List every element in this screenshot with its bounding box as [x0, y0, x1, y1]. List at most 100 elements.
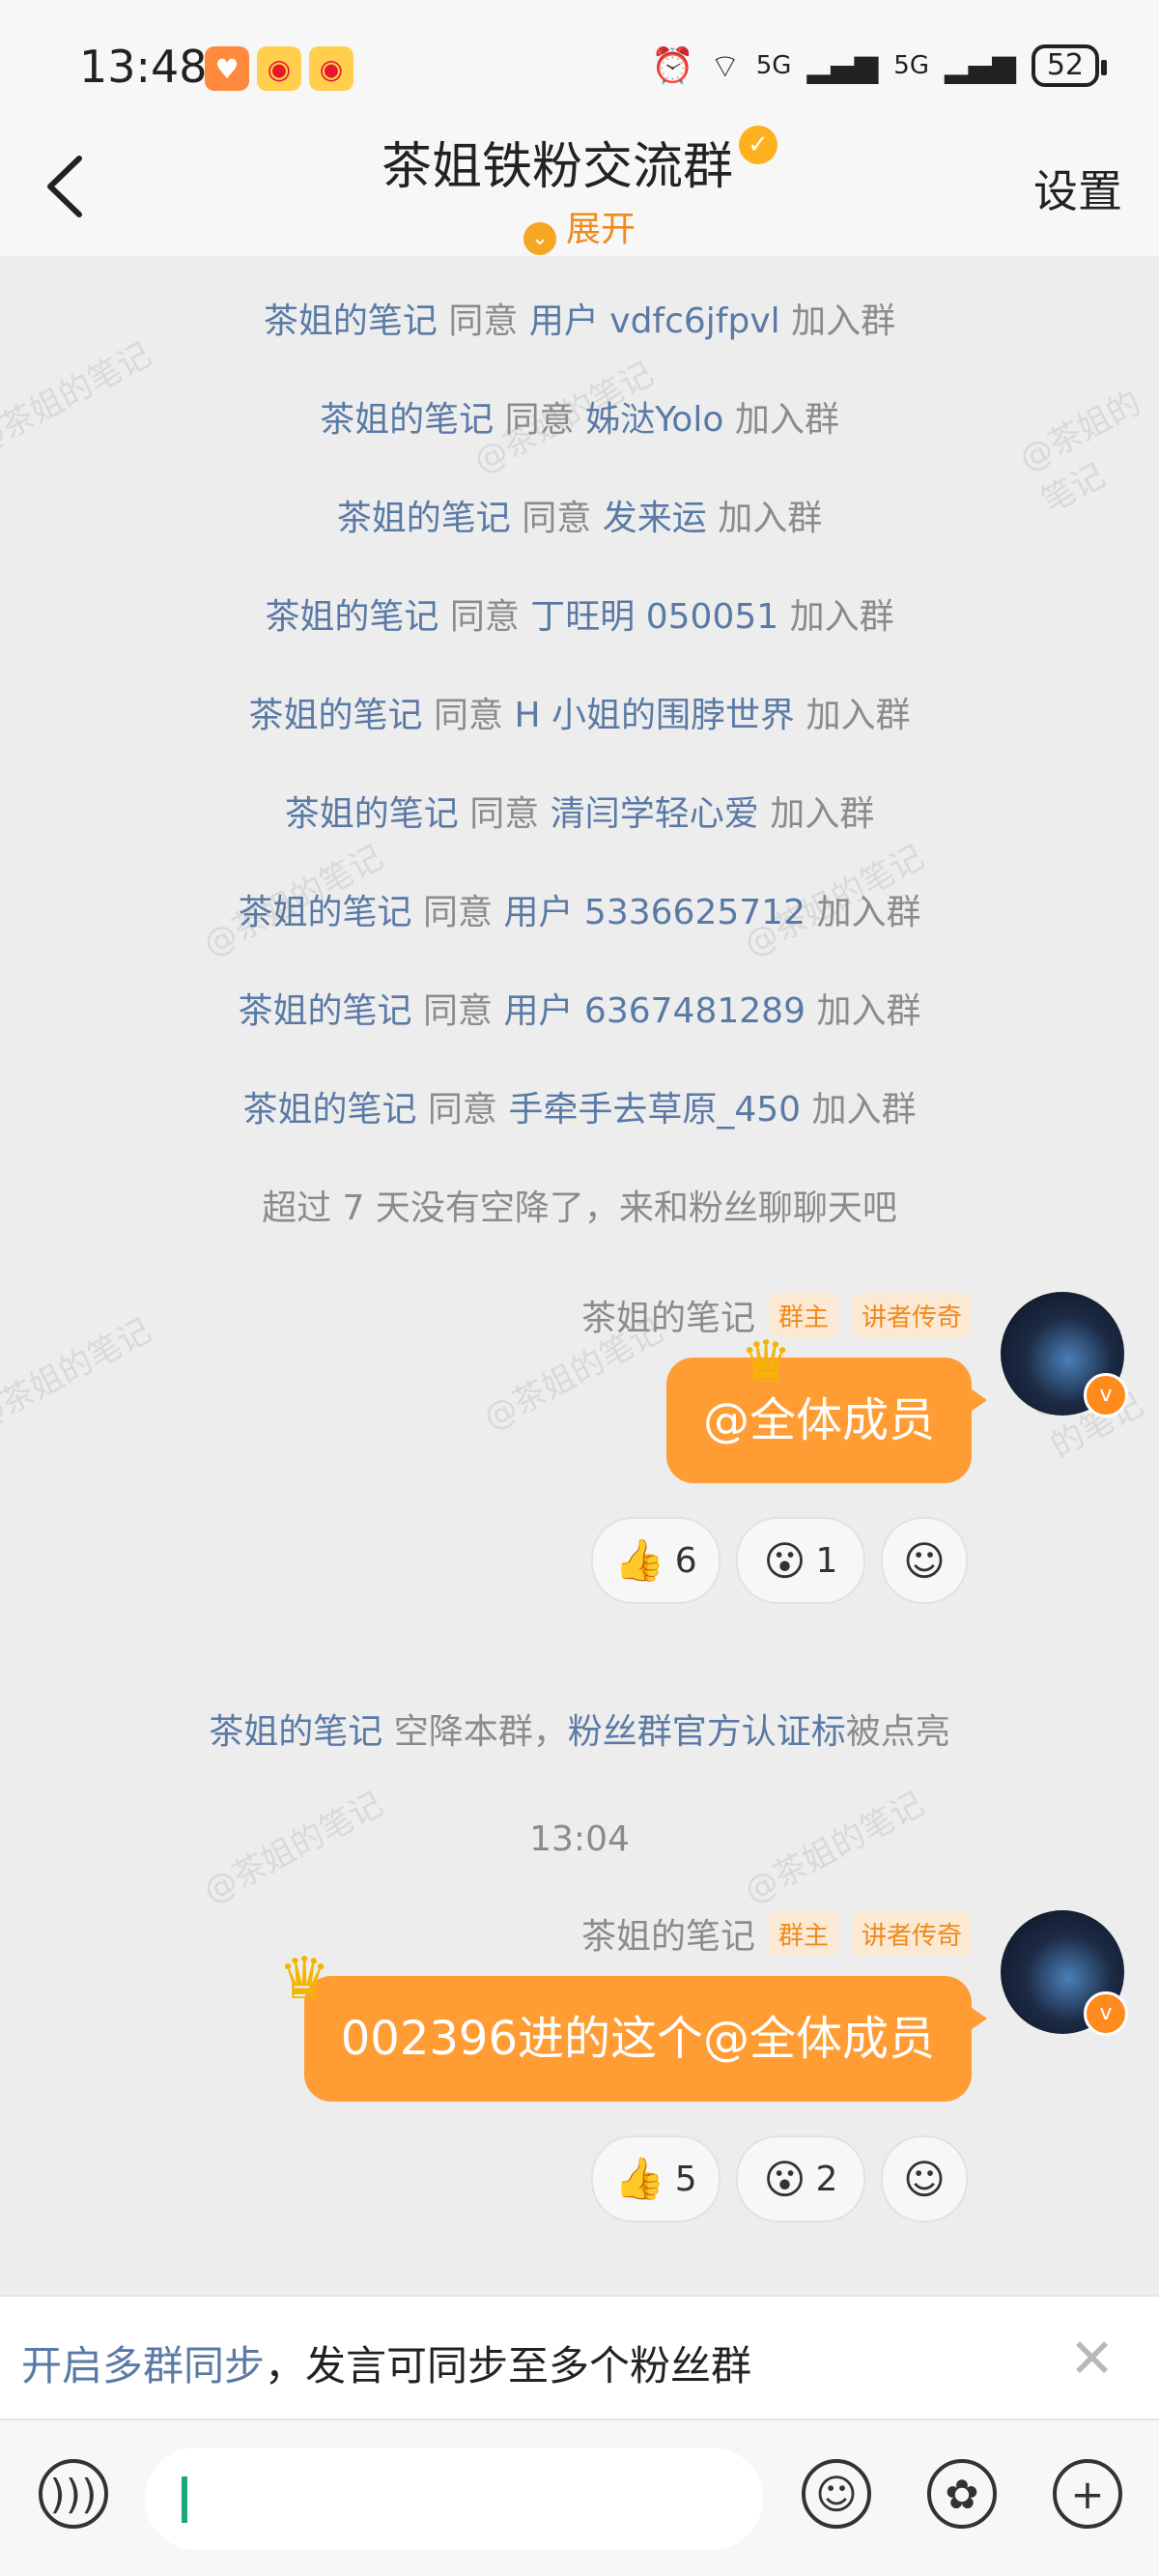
chat-area[interactable]: @茶姐的笔记 @茶姐的笔记 @茶姐的笔记 @茶姐的笔记 @茶姐的笔记 @茶姐的笔… — [0, 256, 1159, 2295]
wow-face-icon: 😮 — [763, 2155, 806, 2203]
reaction-wow[interactable]: 😮 1 — [736, 1517, 865, 1604]
join-message: 茶姐的笔记 同意 清闫学轻心爱 加入群 — [284, 794, 875, 834]
approver-link[interactable]: 茶姐的笔记 — [285, 794, 459, 834]
emoji-icon: ☺ — [815, 2470, 858, 2518]
thumbs-up-icon: 👍 — [614, 2155, 665, 2202]
wow-face-icon: 😮 — [763, 1536, 806, 1585]
user-link[interactable]: 用户 5336625712 — [503, 893, 806, 932]
approver-link[interactable]: 茶姐的笔记 — [264, 301, 438, 341]
user-link[interactable]: 用户 6367481289 — [503, 991, 806, 1031]
airdrop-notice: 茶姐的笔记 空降本群，粉丝群官方认证标被点亮 — [209, 1712, 950, 1752]
join-message: 茶姐的笔记 同意 发来运 加入群 — [336, 499, 823, 538]
avatar[interactable]: v — [1001, 1910, 1128, 2036]
title-tag: 讲者传奇 — [851, 1911, 972, 1956]
input-bar: ))) ☺ ✿ + — [0, 2419, 1159, 2576]
status-indicators: ⏰ ⌔ 5G ▂▄▆ 5G ▂▄▆ 52 — [650, 44, 1108, 87]
voice-button[interactable]: ))) — [39, 2459, 108, 2529]
sender-row: 茶姐的笔记 群主 讲者传奇 — [581, 1908, 972, 1959]
status-time: 13:48 — [79, 41, 208, 93]
reaction-count: 5 — [674, 2159, 697, 2199]
sync-text: 开启多群同步，发言可同步至多个粉丝群 — [21, 2342, 752, 2390]
title-tag: 讲者传奇 — [851, 1293, 972, 1337]
message-timestamp: 13:04 — [529, 1819, 630, 1859]
settings-button[interactable]: 设置 — [1033, 157, 1122, 220]
text-cursor — [182, 2476, 187, 2523]
crown-icon: ♛ — [740, 1329, 792, 1396]
reaction-count: 2 — [815, 2159, 838, 2199]
heart-app-icon: ♥ — [205, 46, 249, 91]
expand-label: 展开 — [565, 210, 636, 249]
sender-name[interactable]: 茶姐的笔记 — [581, 1290, 755, 1340]
add-emoji-icon: ☺ — [903, 2155, 946, 2203]
plus-button[interactable]: + — [1053, 2459, 1122, 2529]
message-input[interactable] — [145, 2447, 763, 2550]
idle-notice: 超过 7 天没有空降了，来和粉丝聊聊天吧 — [262, 1188, 897, 1228]
user-link[interactable]: 清闫学轻心爱 — [551, 794, 759, 834]
approver-link[interactable]: 茶姐的笔记 — [242, 1090, 416, 1130]
join-message: 茶姐的笔记 同意 用户 vdfc6jfpvl 加入群 — [263, 301, 896, 341]
user-link[interactable]: 姊㳠Yolo — [585, 400, 723, 440]
verified-icon: ✓ — [739, 126, 777, 164]
plus-icon: + — [1070, 2470, 1105, 2518]
signal-5g-label-2: 5G — [893, 51, 929, 80]
add-reaction-button[interactable]: ☺ — [881, 2135, 968, 2222]
reaction-count: 6 — [674, 1540, 697, 1581]
join-message: 茶姐的笔记 同意 H 小姐的围脖世界 加入群 — [248, 696, 911, 735]
alarm-icon: ⏰ — [650, 46, 694, 86]
nav-bar: 茶姐铁粉交流群 ✓ ⌄ 展开 设置 — [0, 106, 1159, 256]
message-bubble[interactable]: @全体成员 — [665, 1358, 988, 1483]
verified-badge-icon: v — [1084, 1991, 1128, 2036]
approver-link[interactable]: 茶姐的笔记 — [337, 499, 511, 538]
sync-banner: 开启多群同步，发言可同步至多个粉丝群 ✕ — [0, 2295, 1159, 2420]
sticker-button[interactable]: ✿ — [927, 2459, 997, 2529]
sender-name[interactable]: 茶姐的笔记 — [581, 1908, 755, 1959]
join-message: 茶姐的笔记 同意 丁旺明 050051 加入群 — [265, 597, 894, 637]
approver-link[interactable]: 茶姐的笔记 — [239, 991, 412, 1031]
reaction-like[interactable]: 👍 6 — [591, 1517, 721, 1604]
join-message: 茶姐的笔记 同意 用户 6367481289 加入群 — [238, 991, 921, 1031]
approver-link[interactable]: 茶姐的笔记 — [265, 597, 438, 637]
add-emoji-icon: ☺ — [903, 1536, 946, 1585]
certified-badge-link[interactable]: 粉丝群官方认证标 — [568, 1712, 846, 1752]
join-message: 茶姐的笔记 同意 手牵手去草原_450 加入群 — [242, 1090, 917, 1130]
enable-sync-link[interactable]: 开启多群同步 — [21, 2342, 265, 2390]
approver-link[interactable]: 茶姐的笔记 — [320, 400, 494, 440]
add-reaction-button[interactable]: ☺ — [881, 1517, 968, 1604]
airdrop-name[interactable]: 茶姐的笔记 — [209, 1712, 382, 1752]
battery-level: 52 — [1031, 44, 1108, 87]
voice-icon: ))) — [49, 2470, 98, 2518]
expand-toggle[interactable]: ⌄ 展开 — [0, 201, 1159, 255]
group-name: 茶姐铁粉交流群 — [381, 138, 733, 196]
sticker-icon: ✿ — [945, 2470, 979, 2518]
notification-icons: ♥ ◉ ◉ — [205, 46, 353, 91]
emoji-button[interactable]: ☺ — [802, 2459, 871, 2529]
weibo-app-icon: ◉ — [257, 46, 301, 91]
signal-icon: ▂▄▆ — [806, 47, 879, 84]
approver-link[interactable]: 茶姐的笔记 — [249, 696, 423, 735]
crown-icon: ♛ — [278, 1945, 330, 2013]
reaction-like[interactable]: 👍 5 — [591, 2135, 721, 2222]
thumbs-up-icon: 👍 — [614, 1536, 665, 1584]
join-message: 茶姐的笔记 同意 姊㳠Yolo 加入群 — [320, 400, 839, 440]
expand-icon: ⌄ — [523, 222, 556, 255]
weibo-app-icon-2: ◉ — [309, 46, 353, 91]
verified-badge-icon: v — [1084, 1373, 1128, 1417]
owner-tag: 群主 — [768, 1911, 838, 1956]
join-message: 茶姐的笔记 同意 用户 5336625712 加入群 — [238, 893, 921, 932]
reaction-count: 1 — [815, 1540, 838, 1581]
watermark: @茶姐的笔记 — [0, 1311, 158, 1439]
avatar[interactable]: v — [1001, 1292, 1128, 1417]
signal-5g-label: 5G — [755, 51, 792, 80]
user-link[interactable]: 手牵手去草原_450 — [508, 1090, 801, 1130]
signal-icon-2: ▂▄▆ — [944, 47, 1016, 84]
user-link[interactable]: 丁旺明 050051 — [530, 597, 778, 637]
approver-link[interactable]: 茶姐的笔记 — [239, 893, 412, 932]
user-link[interactable]: 用户 vdfc6jfpvl — [529, 301, 780, 341]
user-link[interactable]: 发来运 — [603, 499, 707, 538]
reaction-wow[interactable]: 😮 2 — [736, 2135, 865, 2222]
message-bubble[interactable]: 002396进的这个@全体成员 — [303, 1976, 988, 2102]
user-link[interactable]: H 小姐的围脖世界 — [514, 696, 795, 735]
wifi-icon: ⌔ — [709, 46, 741, 86]
group-title: 茶姐铁粉交流群 ✓ — [0, 126, 1159, 198]
close-icon[interactable]: ✕ — [1069, 2328, 1115, 2390]
